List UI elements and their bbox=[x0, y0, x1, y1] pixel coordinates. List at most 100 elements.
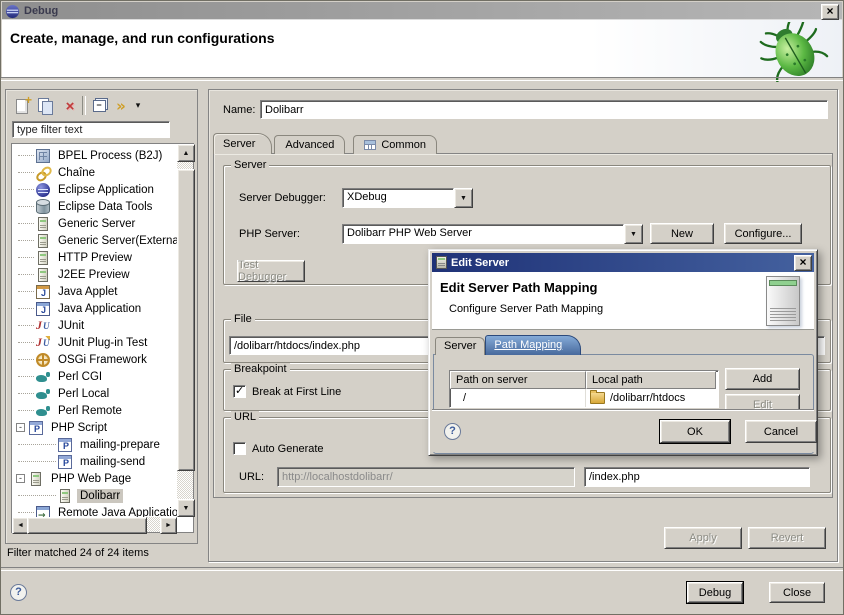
tree-item-label: Generic Server bbox=[55, 217, 138, 231]
phpweb-icon bbox=[31, 472, 41, 486]
window-close-button[interactable]: × bbox=[821, 4, 839, 20]
debug-button[interactable]: Debug bbox=[687, 582, 743, 603]
filter-button[interactable]: » bbox=[110, 96, 132, 116]
scroll-down-icon[interactable]: ▼ bbox=[177, 499, 195, 517]
page-title: Create, manage, and run configurations bbox=[10, 30, 275, 46]
dialog-close-button[interactable]: × bbox=[794, 255, 812, 271]
tree-item[interactable]: JUnit bbox=[12, 317, 177, 334]
vertical-scroll-thumb[interactable] bbox=[177, 169, 195, 471]
tree-item-label: PHP Script bbox=[48, 421, 110, 435]
apply-button[interactable]: Apply bbox=[664, 527, 742, 549]
tab-advanced[interactable]: Advanced bbox=[274, 135, 345, 154]
perl-icon bbox=[36, 404, 50, 418]
column-path-on-server[interactable]: Path on server bbox=[450, 371, 586, 389]
tab-common[interactable]: Common bbox=[353, 135, 437, 154]
server-icon bbox=[38, 217, 48, 231]
collapse-expander-icon[interactable]: - bbox=[16, 423, 25, 432]
path-on-server-cell: / bbox=[450, 389, 586, 407]
tree-item[interactable]: Perl Remote bbox=[12, 402, 177, 419]
configuration-name-input[interactable] bbox=[260, 100, 828, 119]
cancel-button[interactable]: Cancel bbox=[745, 420, 817, 443]
tree-item[interactable]: OSGi Framework bbox=[12, 351, 177, 368]
tree-item[interactable]: Perl CGI bbox=[12, 368, 177, 385]
tree-item[interactable]: JUnit Plug-in Test bbox=[12, 334, 177, 351]
tree-horizontal-scrollbar[interactable]: ◄ ► bbox=[12, 517, 177, 532]
server-icon bbox=[38, 268, 48, 282]
tree-item[interactable]: Eclipse Application bbox=[12, 181, 177, 198]
applet-icon bbox=[36, 285, 50, 299]
server-icon bbox=[38, 234, 48, 248]
tree-item[interactable]: J2EE Preview bbox=[12, 266, 177, 283]
config-tree-rows: BPEL Process (B2J)Chaîne Eclipse Applicat… bbox=[12, 144, 177, 517]
eclipse-icon bbox=[5, 4, 20, 19]
window-titlebar[interactable]: Debug × bbox=[2, 2, 842, 20]
dialog-button-bar: ? OK Cancel bbox=[432, 409, 814, 452]
dialog-header: Edit Server Path Mapping Configure Serve… bbox=[432, 272, 814, 330]
tree-item[interactable]: - PHP Script bbox=[12, 419, 177, 436]
tree-item-label: Remote Java Application bbox=[55, 506, 177, 518]
filter-menu-chevron-icon[interactable]: ▾ bbox=[132, 96, 144, 116]
collapse-all-button[interactable] bbox=[88, 96, 110, 116]
tree-item-label: JUnit Plug-in Test bbox=[55, 336, 150, 350]
dialog-heading: Edit Server Path Mapping bbox=[440, 280, 597, 295]
chain-icon bbox=[36, 166, 50, 180]
tree-item[interactable]: Dolibarr bbox=[12, 487, 177, 504]
name-label: Name: bbox=[223, 104, 255, 116]
tree-item[interactable]: Java Applet bbox=[12, 283, 177, 300]
phpweb-icon bbox=[60, 489, 70, 503]
tree-item[interactable]: -PHP Web Page bbox=[12, 470, 177, 487]
column-local-path[interactable]: Local path bbox=[586, 371, 716, 389]
server-icon bbox=[436, 256, 447, 269]
tree-item[interactable]: BPEL Process (B2J) bbox=[12, 147, 177, 164]
junit-icon bbox=[36, 319, 50, 333]
window-title: Debug bbox=[24, 5, 58, 17]
eclipse-icon bbox=[36, 183, 50, 197]
tree-item[interactable]: mailing-send bbox=[12, 453, 177, 470]
dialog-title: Edit Server bbox=[451, 257, 509, 269]
delete-configuration-button[interactable]: × bbox=[59, 96, 81, 116]
horizontal-scroll-thumb[interactable] bbox=[27, 517, 147, 534]
tree-item[interactable]: Eclipse Data Tools bbox=[12, 198, 177, 215]
database-icon bbox=[36, 200, 50, 214]
tree-item[interactable]: Generic Server(External La bbox=[12, 232, 177, 249]
tree-item-label: Eclipse Application bbox=[55, 183, 157, 197]
dialog-tab-server[interactable]: Server bbox=[435, 337, 485, 355]
help-icon[interactable]: ? bbox=[10, 584, 27, 601]
footer-separator bbox=[1, 567, 843, 571]
filter-input[interactable] bbox=[12, 121, 170, 138]
configurations-panel: × » ▾ BPEL Process (B2J)Chaîne Eclipse Ap… bbox=[5, 89, 198, 544]
new-configuration-button[interactable] bbox=[11, 96, 33, 116]
duplicate-configuration-button[interactable] bbox=[34, 96, 56, 116]
php-icon bbox=[58, 455, 72, 469]
dialog-help-icon[interactable]: ? bbox=[444, 423, 461, 440]
tree-item[interactable]: Chaîne bbox=[12, 164, 177, 181]
tab-bar: Server Advanced Common bbox=[213, 133, 437, 154]
tree-item[interactable]: HTTP Preview bbox=[12, 249, 177, 266]
scroll-right-icon[interactable]: ► bbox=[160, 517, 177, 534]
remotejava-icon bbox=[36, 506, 50, 518]
mapping-table-body: //dolibarr/htdocs bbox=[450, 389, 718, 407]
dialog-titlebar[interactable]: Edit Server × bbox=[432, 253, 814, 272]
tree-item[interactable]: mailing-prepare bbox=[12, 436, 177, 453]
revert-button[interactable]: Revert bbox=[748, 527, 826, 549]
php-icon bbox=[29, 421, 43, 435]
dialog-subheading: Configure Server Path Mapping bbox=[449, 303, 603, 315]
tree-item[interactable]: Java Application bbox=[12, 300, 177, 317]
tree-vertical-scrollbar[interactable]: ▲ ▼ bbox=[177, 144, 193, 517]
tree-item[interactable]: Remote Java Application bbox=[12, 504, 177, 517]
ok-button[interactable]: OK bbox=[660, 420, 730, 443]
dialog-tab-path-mapping[interactable]: Path Mapping bbox=[485, 335, 581, 355]
tree-item-label: Java Application bbox=[55, 302, 144, 316]
tree-item[interactable]: Perl Local bbox=[12, 385, 177, 402]
add-mapping-button[interactable]: Add bbox=[725, 368, 800, 390]
close-button[interactable]: Close bbox=[769, 582, 825, 603]
tree-item-label: BPEL Process (B2J) bbox=[55, 149, 165, 163]
collapse-expander-icon[interactable]: - bbox=[16, 474, 25, 483]
mapping-row[interactable]: //dolibarr/htdocs bbox=[450, 389, 718, 407]
tab-server[interactable]: Server bbox=[213, 133, 272, 154]
folder-icon bbox=[590, 392, 605, 404]
tree-item[interactable]: Generic Server bbox=[12, 215, 177, 232]
scroll-up-icon[interactable]: ▲ bbox=[177, 144, 195, 162]
perl-icon bbox=[36, 387, 50, 401]
javaapp-icon bbox=[36, 302, 50, 316]
